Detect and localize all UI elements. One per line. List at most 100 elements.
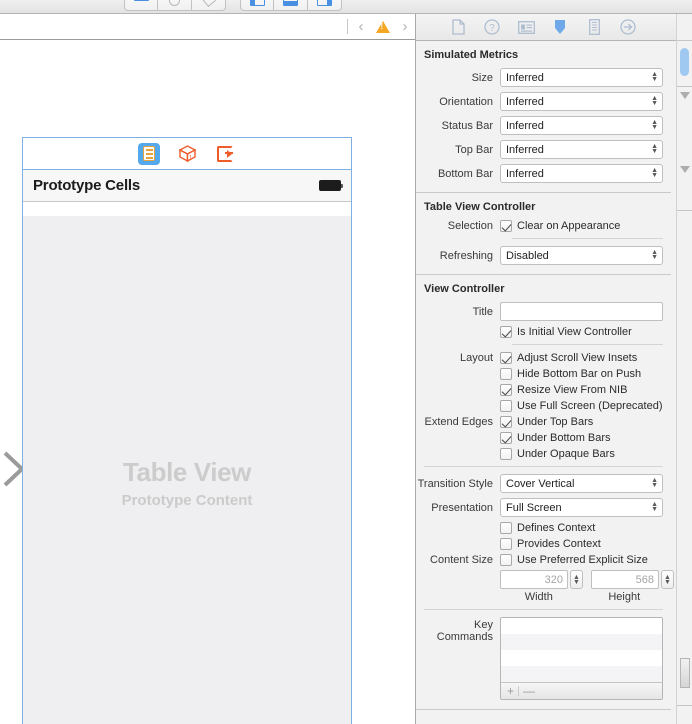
scrollbar-lower-thumb[interactable]: [680, 658, 690, 688]
editor-mode-version-button[interactable]: [192, 0, 226, 11]
editor-mode-assistant-button[interactable]: [158, 0, 192, 11]
add-key-command-button[interactable]: +: [507, 684, 514, 698]
assistant-editor-icon: [169, 0, 180, 6]
presentation-select[interactable]: Full Screen ▲ ▼: [500, 498, 663, 517]
title-input[interactable]: [500, 302, 663, 321]
list-item[interactable]: [501, 618, 662, 634]
simulated-status-bar-row: Status Bar Inferred ▲ ▼: [416, 116, 671, 135]
remove-key-command-button[interactable]: —: [523, 684, 535, 698]
under-bottom-bars-label: Under Bottom Bars: [517, 432, 611, 444]
height-stepper-group[interactable]: 568 ▲ ▼: [591, 570, 674, 589]
table-view-placeholder[interactable]: Table View Prototype Content: [23, 216, 351, 724]
is-initial-view-controller-checkbox[interactable]: [500, 326, 512, 338]
size-inspector-tab[interactable]: [584, 17, 604, 37]
utilities-panel-toggle[interactable]: [308, 0, 342, 11]
clear-on-appearance-checkbox[interactable]: [500, 220, 512, 232]
editor-mode-segmented-control[interactable]: [124, 0, 226, 11]
panel-toggles-segmented-control[interactable]: [240, 0, 342, 11]
resize-view-from-nib-checkbox[interactable]: [500, 384, 512, 396]
file-inspector-tab[interactable]: [448, 17, 468, 37]
jump-bar: ‹ ›: [0, 14, 415, 40]
layout-resize-nib-row: Resize View From NIB: [416, 384, 671, 396]
simulated-orientation-select[interactable]: Inferred ▲ ▼: [500, 92, 663, 111]
extend-edges-label: Extend Edges: [424, 416, 494, 428]
presentation-label: Presentation: [431, 501, 493, 514]
navigator-panel-toggle[interactable]: [240, 0, 274, 11]
list-item[interactable]: [501, 666, 662, 682]
prototype-cells-header: Prototype Cells: [23, 170, 351, 202]
content-size-label: Content Size: [430, 554, 493, 566]
use-full-screen-checkbox[interactable]: [500, 400, 512, 412]
simulated-bottom-bar-select[interactable]: Inferred ▲ ▼: [500, 164, 663, 183]
simulated-size-row: Size Inferred ▲ ▼: [416, 68, 671, 87]
view-controller-icon[interactable]: [138, 142, 160, 165]
chevron-updown-icon: ▲ ▼: [651, 119, 658, 131]
extend-edges-top-row: Extend Edges Under Top Bars: [416, 416, 671, 428]
provides-context-label: Provides Context: [517, 538, 601, 550]
defines-context-checkbox[interactable]: [500, 522, 512, 534]
hide-bottom-bar-on-push-checkbox[interactable]: [500, 368, 512, 380]
transition-style-select[interactable]: Cover Vertical ▲ ▼: [500, 474, 663, 493]
canvas-body[interactable]: 1 Prototype Cells Table View Prototype C…: [0, 41, 415, 724]
simulated-top-bar-select[interactable]: Inferred ▲ ▼: [500, 140, 663, 159]
simulated-status-bar-value: Inferred: [506, 119, 544, 132]
jump-bar-forward-button[interactable]: ›: [395, 16, 415, 38]
refreshing-select[interactable]: Disabled ▲ ▼: [500, 246, 663, 265]
provides-context-checkbox[interactable]: [500, 538, 512, 550]
scroll-marker-down-icon[interactable]: [680, 166, 690, 173]
identity-inspector-tab[interactable]: [516, 17, 536, 37]
simulated-bottom-bar-label: Bottom Bar: [437, 167, 493, 180]
list-item[interactable]: [501, 650, 662, 666]
exit-icon[interactable]: [214, 143, 236, 165]
inspector-scroll-area[interactable]: Simulated Metrics Size Inferred ▲ ▼ Orien…: [416, 41, 692, 724]
presentation-row: Presentation Full Screen ▲ ▼: [416, 498, 671, 517]
hide-bottom-bar-on-push-label: Hide Bottom Bar on Push: [517, 368, 642, 380]
simulated-size-select[interactable]: Inferred ▲ ▼: [500, 68, 663, 87]
scrollbar-divider: [677, 40, 692, 41]
height-stepper[interactable]: ▲ ▼: [661, 570, 674, 589]
width-input[interactable]: 320: [500, 570, 568, 589]
key-commands-list[interactable]: [501, 618, 662, 682]
storyboard-canvas-column: ‹ ›: [0, 14, 416, 724]
attributes-inspector-tab[interactable]: [550, 17, 570, 37]
transition-style-row: Transition Style Cover Vertical ▲ ▼: [416, 474, 671, 493]
simulated-status-bar-select[interactable]: Inferred ▲ ▼: [500, 116, 663, 135]
height-input[interactable]: 568: [591, 570, 659, 589]
attributes-inspector-panel: ? Simulated Metrics Size Inferred ▲ ▼ Or…: [416, 14, 692, 724]
width-stepper-group[interactable]: 320 ▲ ▼: [500, 570, 583, 589]
under-opaque-bars-label: Under Opaque Bars: [517, 448, 615, 460]
utilities-panel-icon: [317, 0, 332, 6]
first-responder-icon[interactable]: 1: [176, 143, 198, 165]
under-bottom-bars-checkbox[interactable]: [500, 432, 512, 444]
layout-full-screen-row: Use Full Screen (Deprecated): [416, 400, 671, 412]
connections-inspector-tab[interactable]: [618, 17, 638, 37]
first-responder-cube-glyph: 1: [178, 145, 196, 162]
simulated-top-bar-row: Top Bar Inferred ▲ ▼: [416, 140, 671, 159]
table-view-controller-scene[interactable]: 1 Prototype Cells Table View Prototype C…: [22, 137, 352, 724]
under-top-bars-checkbox[interactable]: [500, 416, 512, 428]
quick-help-inspector-tab[interactable]: ?: [482, 17, 502, 37]
use-preferred-explicit-size-checkbox[interactable]: [500, 554, 512, 566]
list-item[interactable]: [501, 634, 662, 650]
jump-bar-back-button[interactable]: ‹: [351, 16, 371, 38]
refreshing-label: Refreshing: [439, 249, 493, 262]
simulated-metrics-title: Simulated Metrics: [424, 49, 519, 61]
debug-panel-toggle[interactable]: [274, 0, 308, 11]
version-editor-icon: [201, 0, 216, 8]
width-stepper[interactable]: ▲ ▼: [570, 570, 583, 589]
layout-label: Layout: [459, 352, 493, 364]
scrollbar-thumb[interactable]: [680, 48, 689, 76]
help-icon: ?: [484, 19, 500, 35]
ruler-icon: [588, 19, 600, 35]
scroll-marker-down-icon[interactable]: [680, 92, 690, 99]
under-opaque-bars-checkbox[interactable]: [500, 448, 512, 460]
width-caption: Width: [524, 591, 553, 603]
inspector-scrollbar[interactable]: [676, 14, 692, 724]
view-controller-glyph: [143, 146, 155, 161]
simulated-bottom-bar-row: Bottom Bar Inferred ▲ ▼: [416, 164, 671, 183]
scrollbar-divider: [677, 705, 692, 706]
adjust-scroll-view-insets-checkbox[interactable]: [500, 352, 512, 364]
is-initial-view-controller-label: Is Initial View Controller: [517, 326, 632, 338]
issue-warning-badge[interactable]: [371, 16, 395, 38]
editor-mode-standard-button[interactable]: [124, 0, 158, 11]
